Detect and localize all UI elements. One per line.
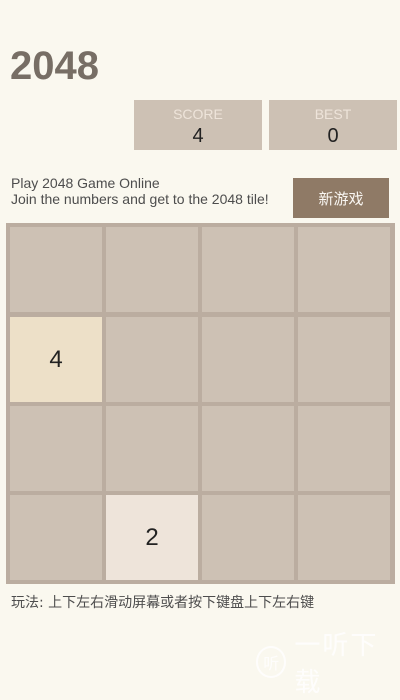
tile-2: 2 — [106, 495, 198, 580]
score-value: 4 — [192, 125, 204, 147]
tile-4: 4 — [10, 317, 102, 402]
game-board[interactable]: 42 — [6, 223, 395, 584]
intro-line-2: Join the numbers and get to the 2048 til… — [11, 191, 269, 207]
watermark: 听 一听下载 — [256, 631, 400, 698]
board-cell — [298, 406, 390, 491]
board-cell — [106, 406, 198, 491]
board-cell — [202, 406, 294, 491]
score-box: SCORE 4 — [134, 100, 262, 150]
game-title: 2048 — [10, 44, 99, 88]
watermark-text: 一听下载 — [294, 631, 379, 698]
board-cell — [202, 495, 294, 580]
intro-text: Play 2048 Game Online Join the numbers a… — [11, 175, 286, 207]
board-cell — [106, 317, 198, 402]
board-cell — [298, 227, 390, 312]
board-cell — [202, 227, 294, 312]
board-cell — [298, 495, 390, 580]
watermark-logo-icon: 听 — [256, 646, 287, 678]
best-value: 0 — [327, 125, 339, 147]
new-game-button[interactable]: 新游戏 — [293, 178, 389, 218]
board-cell — [298, 317, 390, 402]
board-cell — [10, 227, 102, 312]
intro-line-1: Play 2048 Game Online — [11, 175, 160, 191]
how-to-play-text: 玩法: 上下左右滑动屏幕或者按下键盘上下左右键 — [11, 595, 315, 611]
board-cell — [106, 227, 198, 312]
board-cell — [202, 317, 294, 402]
board-cell — [10, 406, 102, 491]
score-label: SCORE — [173, 106, 223, 122]
best-label: BEST — [314, 106, 352, 122]
board-cell — [10, 495, 102, 580]
best-box: BEST 0 — [269, 100, 397, 150]
